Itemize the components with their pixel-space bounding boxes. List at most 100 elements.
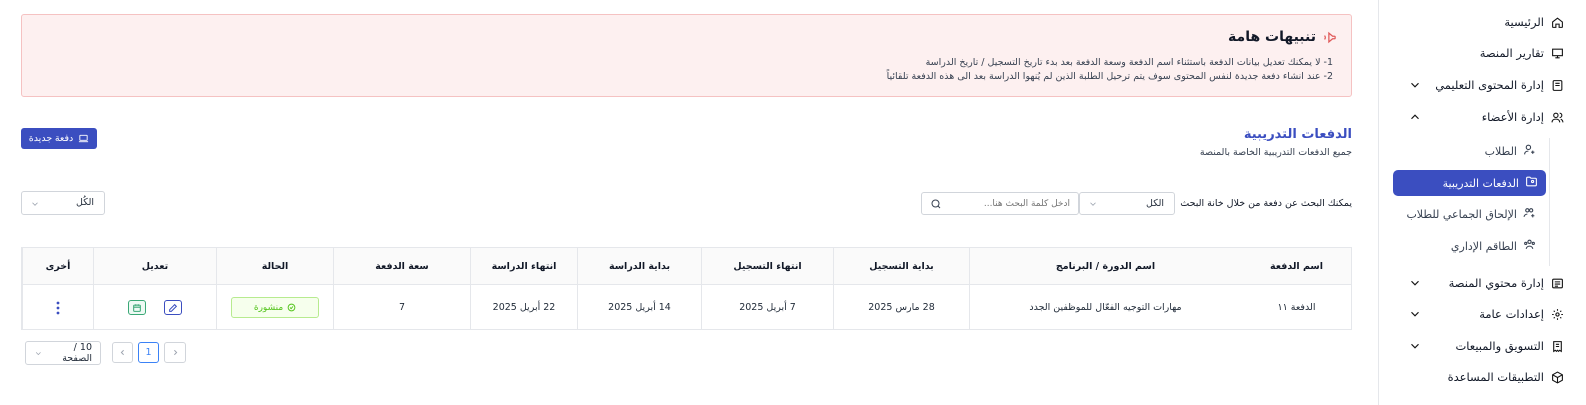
col-course: اسم الدورة / البرنامج [969, 248, 1241, 284]
cube-icon [1550, 370, 1564, 384]
users-icon [1550, 110, 1564, 124]
chevron-down-icon [32, 202, 38, 206]
more-options-icon[interactable] [55, 301, 61, 315]
col-study-start: بداية الدراسة [577, 248, 701, 284]
col-reg-end: انتهاء التسجيل [701, 248, 833, 284]
table-row: الدفعة ١١ مهارات التوجيه الفعّال للموظفي… [22, 285, 1351, 330]
search-field[interactable] [921, 192, 1079, 215]
col-edit: تعديل [93, 248, 216, 284]
search-scope-value: الكل [1146, 198, 1164, 209]
new-batch-label: دفعة جديدة [28, 133, 74, 144]
alert-line-1: 1- لا يمكنك تعديل بيانات الدفعة باستثناء… [925, 57, 1333, 68]
laptop-icon [78, 133, 89, 144]
status-label: منشورة [253, 302, 284, 313]
col-status: الحالة [216, 248, 333, 284]
edit-button[interactable] [164, 300, 182, 315]
sidebar-item-home[interactable]: الرئيسية [1394, 9, 1578, 35]
col-study-end: انتهاء الدراسة [470, 248, 577, 284]
page-subtitle: جميع الدفعات التدريبية الخاصة بالمنصة [1199, 147, 1352, 158]
calendar-refresh-icon [133, 303, 141, 312]
chevron-down-icon [35, 351, 41, 355]
staff-icon [1523, 238, 1536, 254]
cell-other [22, 285, 93, 330]
sidebar-item-marketing[interactable]: التسويق والمبيعات [1394, 333, 1578, 359]
sidebar-item-label: التطبيقات المساعدة [1447, 370, 1544, 384]
cell-capacity: 7 [333, 285, 470, 330]
sidebar-item-members[interactable]: إدارة الأعضاء [1394, 104, 1578, 130]
page-1-button[interactable]: 1 [138, 342, 159, 363]
next-page-button[interactable] [112, 342, 133, 363]
chevron-up-icon [1411, 114, 1419, 120]
col-capacity: سعة الدفعة [333, 248, 470, 284]
sidebar-item-label: تقارير المنصة [1479, 46, 1544, 60]
cell-reg-start: 28 مارس 2025 [833, 285, 969, 330]
sidebar-item-label: الطاقم الإداري [1450, 239, 1517, 253]
status-filter-value: الكُل [76, 197, 94, 208]
submenu-line [1549, 138, 1550, 266]
pencil-icon [169, 303, 178, 312]
sidebar-item-label: الطلاب [1484, 144, 1517, 158]
sidebar-item-label: الدفعات التدريبية [1442, 176, 1519, 190]
chevron-down-icon [1090, 202, 1096, 206]
col-reg-start: بداية التسجيل [833, 248, 969, 284]
receipt-icon [1550, 339, 1564, 353]
user-plus-icon [1523, 143, 1536, 159]
sidebar-item-platform-content[interactable]: إدارة محتوي المنصة [1394, 270, 1578, 296]
sidebar-item-students[interactable]: الطلاب [1392, 138, 1544, 164]
sidebar-item-label: الرئيسية [1504, 15, 1544, 29]
search-input[interactable] [950, 196, 1070, 211]
gear-icon [1550, 307, 1564, 321]
chevron-down-icon [1411, 311, 1419, 317]
cell-reg-end: 7 أبريل 2025 [701, 285, 833, 330]
cell-study-start: 14 أبريل 2025 [577, 285, 701, 330]
sidebar-item-label: الإلحاق الجماعي للطلاب [1406, 207, 1517, 221]
status-filter-select[interactable]: الكُل [21, 191, 105, 215]
book-icon [1550, 78, 1564, 92]
folder-user-icon [1525, 175, 1538, 191]
prev-page-button[interactable] [164, 342, 186, 363]
search-hint: يمكنك البحث عن دفعة من خلال خانة البحث [1180, 198, 1352, 209]
schedule-button[interactable] [128, 300, 146, 315]
sidebar-item-bulk-enroll[interactable]: الإلحاق الجماعي للطلاب [1392, 201, 1544, 227]
search-scope-select[interactable]: الكل [1079, 192, 1175, 215]
home-icon [1550, 15, 1564, 29]
sidebar-item-learning-content[interactable]: إدارة المحتوى التعليمي [1394, 72, 1578, 98]
cell-status: منشورة [216, 285, 333, 330]
chevron-down-icon [1411, 343, 1419, 349]
sidebar-item-label: إدارة المحتوى التعليمي [1435, 78, 1544, 92]
sidebar-item-label: إدارة الأعضاء [1481, 110, 1544, 124]
status-badge: منشورة [231, 297, 319, 318]
new-batch-button[interactable]: دفعة جديدة [21, 128, 97, 149]
chevron-right-icon [173, 349, 177, 356]
list-icon [1550, 276, 1564, 290]
search-icon[interactable] [930, 198, 942, 210]
cell-batch-name: الدفعة ١١ [1277, 302, 1316, 313]
cell-study-end: 22 أبريل 2025 [470, 285, 577, 330]
alert-title: تنبيهات هامة [1228, 29, 1337, 45]
batches-table: اسم الدفعة اسم الدورة / البرنامج بداية ا… [21, 247, 1352, 330]
sidebar: الرئيسية تقارير المنصة إدارة المحتوى الت… [1378, 0, 1586, 405]
alert-line-2: 2- عند انشاء دفعة جديدة لنفس المحتوى سوف… [886, 71, 1333, 82]
page-title: الدفعات التدريبية [1243, 127, 1352, 142]
sidebar-item-batches[interactable]: الدفعات التدريبية [1393, 170, 1546, 196]
check-circle-icon [287, 303, 296, 312]
col-other: أخرى [22, 248, 93, 284]
sidebar-item-label: إدارة محتوي المنصة [1448, 276, 1544, 290]
sidebar-item-helper-apps[interactable]: التطبيقات المساعدة [1394, 364, 1578, 390]
chevron-down-icon [1411, 280, 1419, 286]
page-size-value: 10 / الصفحة [62, 342, 92, 364]
sidebar-item-label: التسويق والمبيعات [1455, 339, 1544, 353]
users-plus-icon [1523, 206, 1536, 222]
important-alert: تنبيهات هامة 1- لا يمكنك تعديل بيانات ال… [21, 14, 1352, 97]
cell-course: مهارات التوجيه الفعّال للموظفين الجدد [969, 285, 1241, 330]
cell-edit [93, 285, 216, 330]
presentation-icon [1550, 46, 1564, 60]
chevron-down-icon [1411, 82, 1419, 88]
megaphone-icon [1322, 30, 1337, 45]
sidebar-item-reports[interactable]: تقارير المنصة [1394, 40, 1578, 66]
sidebar-item-general-settings[interactable]: إعدادات عامة [1394, 301, 1578, 327]
col-batch-name: اسم الدفعة [1270, 260, 1324, 272]
page-size-select[interactable]: 10 / الصفحة [25, 341, 101, 365]
sidebar-item-label: إعدادات عامة [1479, 307, 1544, 321]
sidebar-item-staff[interactable]: الطاقم الإداري [1392, 233, 1544, 259]
